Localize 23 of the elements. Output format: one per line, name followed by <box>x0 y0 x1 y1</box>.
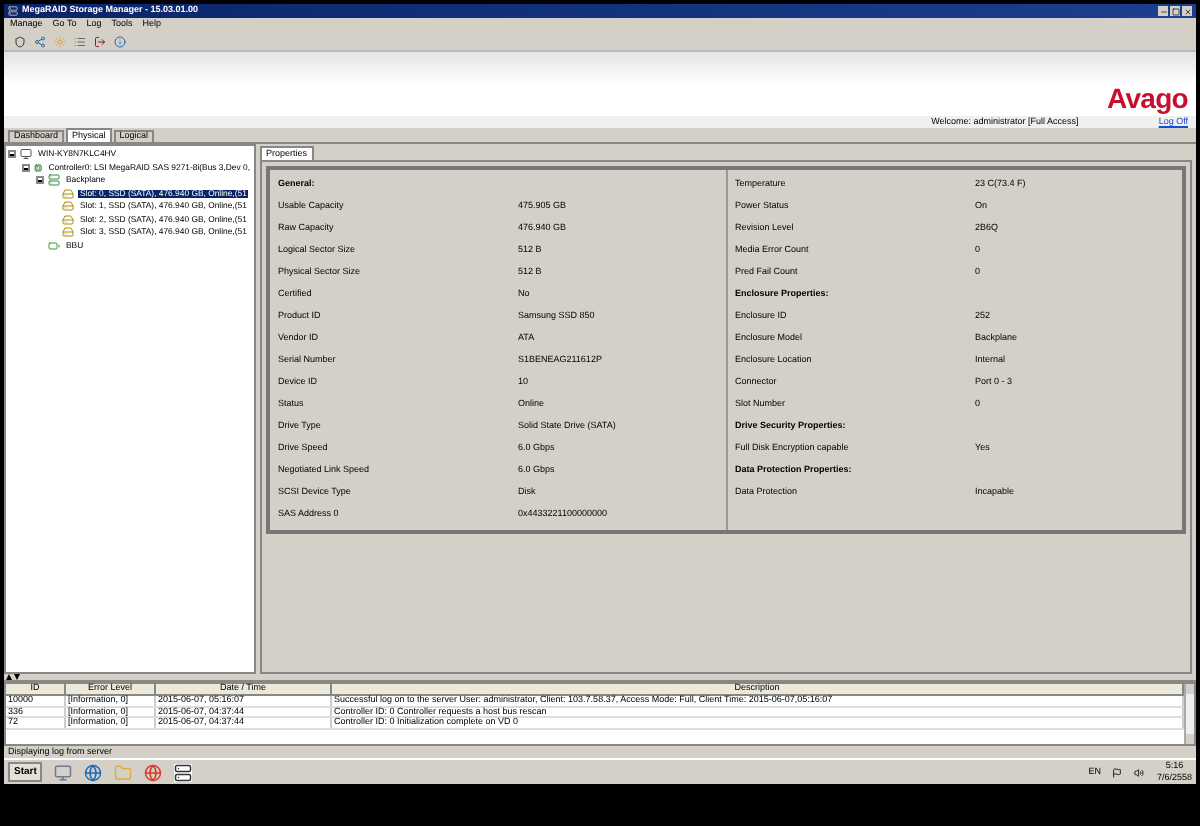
computer-icon[interactable] <box>54 763 73 781</box>
list-icon[interactable] <box>74 35 86 47</box>
close-button[interactable] <box>1182 6 1192 16</box>
expander-icon[interactable] <box>36 176 44 185</box>
chip-icon <box>34 161 43 174</box>
info-icon[interactable] <box>114 35 126 47</box>
computer-icon <box>20 148 32 161</box>
speaker-icon[interactable] <box>1134 767 1145 777</box>
enclosure-icon <box>48 174 60 187</box>
maximize-button[interactable] <box>1170 6 1180 16</box>
logo: Avago <box>1106 84 1188 112</box>
browser-icon[interactable] <box>144 763 163 781</box>
logout-icon[interactable] <box>94 35 106 47</box>
flag-icon[interactable] <box>1112 767 1123 777</box>
network-icon[interactable] <box>34 35 46 47</box>
expander-icon[interactable] <box>22 163 30 172</box>
battery-icon <box>48 239 60 252</box>
shield-icon[interactable] <box>14 35 26 47</box>
server-icon[interactable] <box>174 763 193 781</box>
minimize-button[interactable] <box>1158 6 1168 16</box>
scrollbar[interactable] <box>1184 684 1194 744</box>
globe-icon[interactable] <box>84 763 103 781</box>
expander-icon[interactable] <box>8 150 16 159</box>
